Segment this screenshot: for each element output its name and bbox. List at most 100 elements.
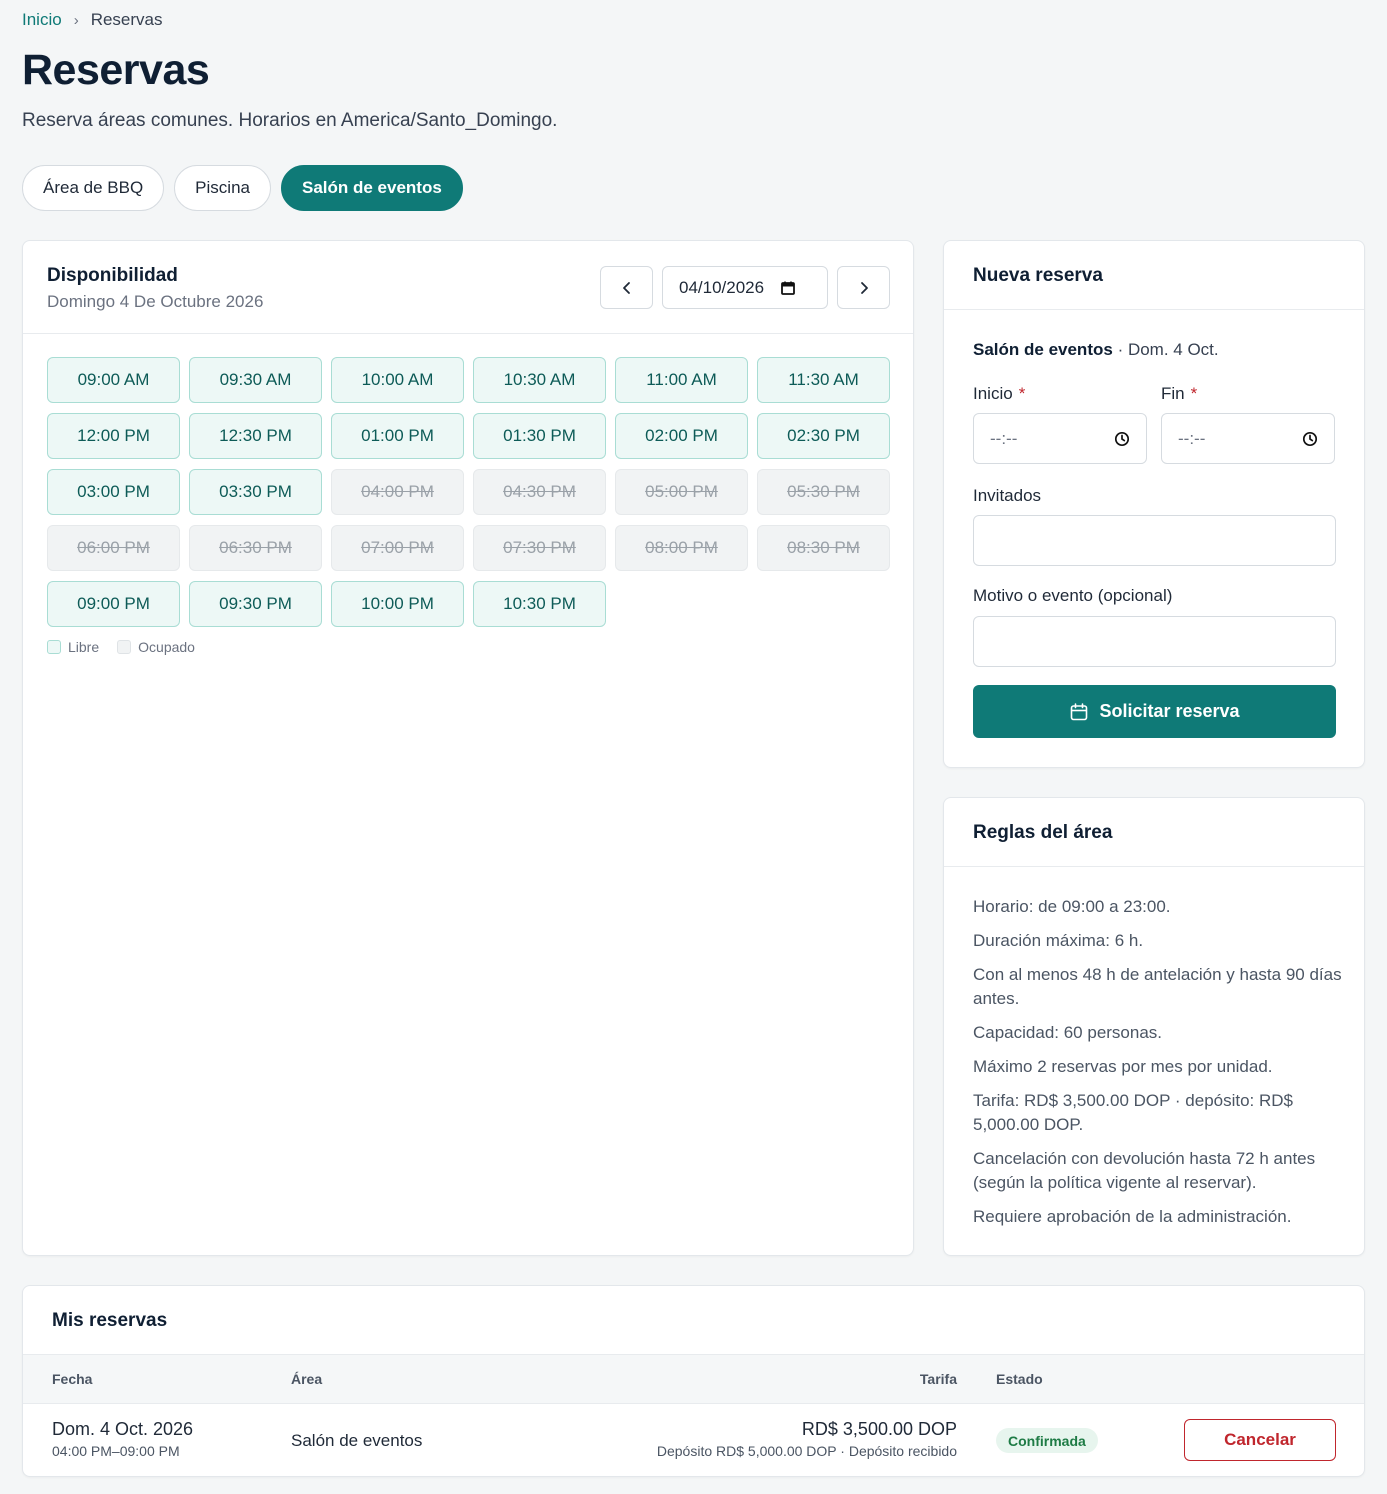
time-slot-free[interactable]: 09:30 PM	[189, 581, 322, 627]
clock-icon[interactable]	[1114, 431, 1130, 447]
time-slot-busy: 06:00 PM	[47, 525, 180, 571]
legend-busy: Ocupado	[117, 639, 195, 655]
prev-day-button[interactable]	[600, 266, 653, 309]
time-slot-busy: 08:30 PM	[757, 525, 890, 571]
rule-item: Máximo 2 reservas por mes por unidad.	[973, 1057, 1273, 1076]
calendar-icon[interactable]	[780, 280, 796, 296]
column-header-area: Área	[291, 1371, 323, 1387]
availability-date-label: Domingo 4 De Octubre 2026	[47, 292, 264, 311]
time-slot-free[interactable]: 01:00 PM	[331, 413, 464, 459]
time-slot-free[interactable]: 02:30 PM	[757, 413, 890, 459]
time-slot-free[interactable]: 02:00 PM	[615, 413, 748, 459]
submit-booking-label: Solicitar reserva	[1099, 701, 1240, 721]
time-slot-free[interactable]: 10:30 AM	[473, 357, 606, 403]
rule-item: Requiere aprobación de la administración…	[973, 1207, 1292, 1226]
rule-item: Duración máxima: 6 h.	[973, 931, 1144, 950]
time-slot-busy: 07:00 PM	[331, 525, 464, 571]
my-bookings-card: Mis reservas Fecha Área Tarifa Estado Do…	[22, 1285, 1365, 1477]
start-time-value: --:--	[990, 428, 1018, 448]
breadcrumb: Inicio › Reservas	[22, 10, 163, 30]
table-header: Fecha Área Tarifa Estado	[23, 1354, 1364, 1404]
booking-area: Salón de eventos	[291, 1431, 423, 1450]
tab-area-bbq[interactable]: Área de BBQ	[22, 165, 165, 211]
calendar-icon	[1071, 702, 1088, 720]
time-slot-free[interactable]: 09:00 AM	[47, 357, 180, 403]
time-slot-free[interactable]: 09:00 PM	[47, 581, 180, 627]
tab-salon-eventos[interactable]: Salón de eventos	[280, 165, 463, 211]
guests-input[interactable]	[973, 515, 1336, 566]
end-time-value: --:--	[1178, 428, 1206, 448]
end-time-label: Fin *	[1161, 384, 1197, 404]
my-bookings-title: Mis reservas	[52, 1310, 168, 1331]
submit-booking-button[interactable]: Solicitar reserva	[973, 685, 1336, 738]
clock-icon[interactable]	[1302, 431, 1318, 447]
time-slot-free[interactable]: 10:30 PM	[473, 581, 606, 627]
availability-card: Disponibilidad Domingo 4 De Octubre 2026…	[22, 240, 914, 1256]
date-input[interactable]: 04/10/2026	[662, 266, 828, 309]
time-slot-busy: 06:30 PM	[189, 525, 322, 571]
booking-deposit: Depósito RD$ 5,000.00 DOP · Depósito rec…	[656, 1443, 957, 1459]
time-slot-free[interactable]: 10:00 PM	[331, 581, 464, 627]
time-slot-free[interactable]: 09:30 AM	[189, 357, 322, 403]
breadcrumb-home-link[interactable]: Inicio	[22, 10, 62, 30]
end-time-input[interactable]: --:--	[1161, 413, 1335, 464]
rule-item: Cancelación con devolución hasta 72 h an…	[973, 1149, 1316, 1192]
legend-busy-label: Ocupado	[138, 639, 195, 655]
column-header-date: Fecha	[52, 1371, 93, 1387]
legend-free-swatch	[47, 640, 61, 654]
status-badge: Confirmada	[996, 1428, 1098, 1453]
tab-piscina[interactable]: Piscina	[174, 165, 271, 211]
rule-item: Capacidad: 60 personas.	[973, 1023, 1163, 1042]
new-booking-card: Nueva reserva Salón de eventos · Dom. 4 …	[943, 240, 1365, 768]
breadcrumb-chevron-icon: ›	[73, 11, 79, 29]
area-rules-header: Reglas del área	[944, 798, 1364, 867]
time-slot-free[interactable]: 01:30 PM	[473, 413, 606, 459]
time-slot-busy: 05:30 PM	[757, 469, 890, 515]
rule-item: Tarifa: RD$ 3,500.00 DOP · depósito: RD$…	[973, 1091, 1294, 1134]
guests-label: Invitados	[973, 486, 1042, 505]
start-time-input[interactable]: --:--	[973, 413, 1147, 464]
page-title: Reservas	[22, 46, 210, 94]
start-time-label: Inicio *	[973, 384, 1025, 404]
reason-input[interactable]	[973, 616, 1336, 667]
legend-busy-swatch	[117, 640, 132, 654]
time-slot-free[interactable]: 12:30 PM	[189, 413, 322, 459]
chevron-left-icon	[622, 281, 630, 294]
booking-date: Dom. 4 Oct. 2026	[52, 1419, 194, 1439]
time-slot-busy: 04:30 PM	[473, 469, 606, 515]
time-slot-busy: 08:00 PM	[615, 525, 748, 571]
column-header-fee: Tarifa	[919, 1371, 957, 1387]
availability-header: Disponibilidad Domingo 4 De Octubre 2026…	[23, 241, 913, 334]
next-day-button[interactable]	[837, 266, 890, 309]
page-subtitle: Reserva áreas comunes. Horarios en Ameri…	[22, 110, 558, 131]
time-slot-free[interactable]: 10:00 AM	[331, 357, 464, 403]
end-time-label-text: Fin	[1161, 384, 1185, 403]
area-tabs: Área de BBQ Piscina Salón de eventos	[22, 165, 463, 211]
required-marker: *	[1018, 384, 1026, 403]
booking-fee: RD$ 3,500.00 DOP	[801, 1419, 957, 1439]
start-time-label-text: Inicio	[973, 384, 1013, 403]
time-slot-grid: 09:00 AM 09:30 AM 10:00 AM 10:30 AM 11:00 AM…	[47, 357, 890, 627]
reason-label: Motivo o evento (opcional)	[973, 586, 1173, 605]
rule-item: Con al menos 48 h de antelación y hasta …	[973, 965, 1342, 1008]
time-slot-free[interactable]: 12:00 PM	[47, 413, 180, 459]
time-slot-free[interactable]: 03:00 PM	[47, 469, 180, 515]
area-rules-list: Horario: de 09:00 a 23:00. Duración máxi…	[973, 895, 1343, 1239]
cancel-booking-button[interactable]: Cancelar	[1184, 1419, 1336, 1461]
time-slot-free[interactable]: 11:30 AM	[757, 357, 890, 403]
legend-free: Libre	[47, 639, 99, 655]
booking-context-date: · Dom. 4 Oct.	[1117, 340, 1219, 359]
time-slot-busy: 05:00 PM	[615, 469, 748, 515]
new-booking-title: Nueva reserva	[973, 265, 1103, 286]
time-slot-free[interactable]: 11:00 AM	[615, 357, 748, 403]
required-marker: *	[1190, 384, 1198, 403]
booking-context: Salón de eventos · Dom. 4 Oct.	[973, 340, 1219, 360]
date-input-value: 04/10/2026	[679, 277, 765, 297]
time-slot-free[interactable]: 03:30 PM	[189, 469, 322, 515]
booking-time: 04:00 PM–09:00 PM	[52, 1443, 180, 1459]
time-slot-busy: 04:00 PM	[331, 469, 464, 515]
area-rules-card: Reglas del área Horario: de 09:00 a 23:0…	[943, 797, 1365, 1256]
availability-legend: Libre Ocupado	[47, 639, 195, 655]
chevron-right-icon	[860, 281, 868, 294]
breadcrumb-current: Reservas	[90, 10, 163, 29]
